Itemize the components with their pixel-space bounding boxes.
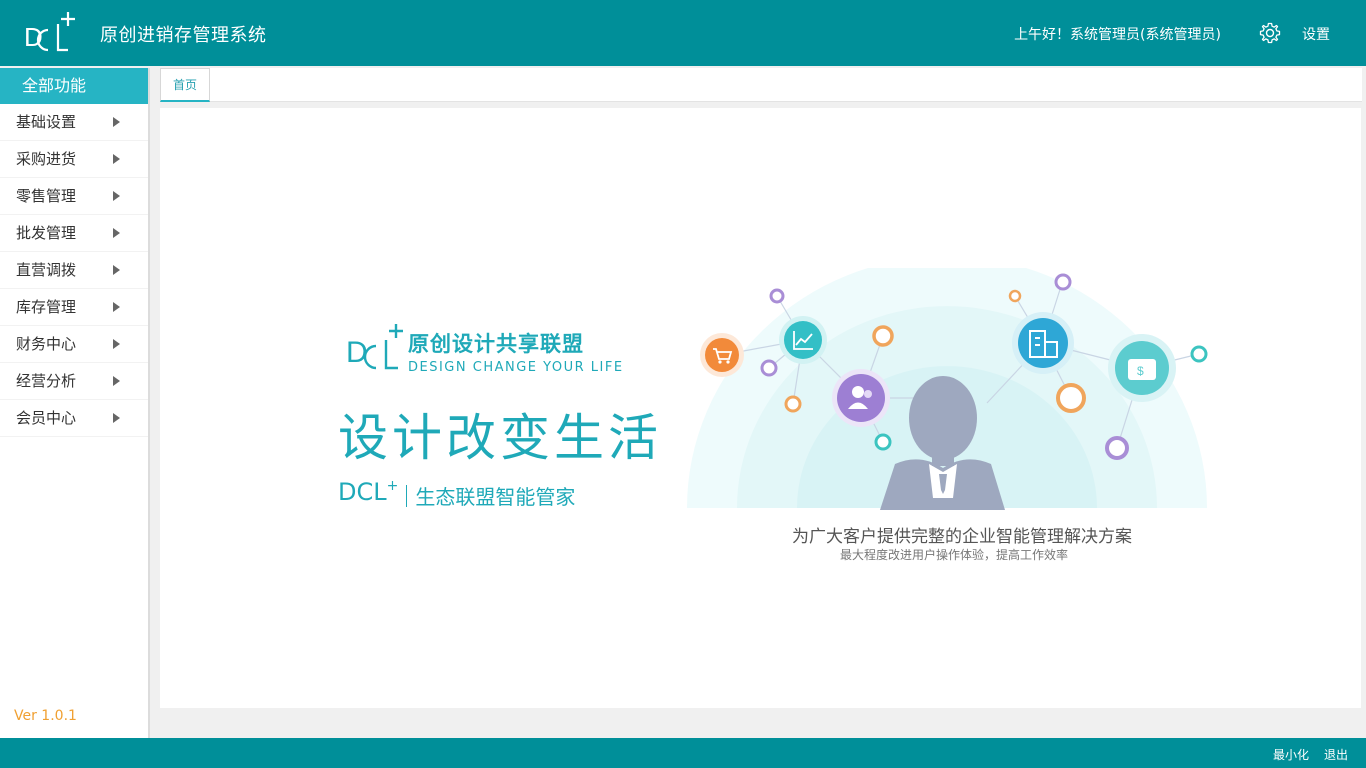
caption-main: 为广大客户提供完整的企业智能管理解决方案 [792, 527, 1132, 547]
chevron-right-icon [113, 265, 120, 275]
sidebar-item-label: 采购进货 [16, 150, 77, 168]
gear-icon[interactable] [1258, 21, 1282, 45]
dcl-subtitle: 生态联盟智能管家 [415, 485, 576, 509]
home-panel: D 原创设计共享联盟 DESIGN CHANGE YOUR LIFE 设计改变生… [160, 108, 1361, 708]
sidebar-item-label: 经营分析 [16, 372, 77, 390]
chevron-right-icon [113, 376, 120, 386]
user-greeting: 上午好！系统管理员(系统管理员) [1014, 27, 1221, 43]
sidebar-item-members[interactable]: 会员中心 [0, 400, 148, 437]
caption-sub: 最大程度改进用户操作体验，提高工作效率 [840, 548, 1069, 562]
sidebar: 全部功能 基础设置 采购进货 零售管理 批发管理 直营调拨 库存管理 财务中心 … [0, 68, 150, 738]
sidebar-item-label: 库存管理 [16, 298, 77, 316]
svg-text:D: D [346, 336, 368, 369]
sidebar-item-purchasing[interactable]: 采购进货 [0, 141, 148, 178]
sidebar-heading[interactable]: 全部功能 [0, 68, 148, 104]
dcl-plus: + [386, 478, 399, 494]
slogan-heading: 设计改变生活 [338, 409, 662, 467]
bottom-bar: 最小化 退出 [0, 738, 1366, 768]
dcl-brand-logo: D [346, 324, 403, 370]
app-title: 原创进销存管理系统 [100, 25, 267, 46]
settings-button[interactable]: 设置 [1302, 24, 1330, 44]
divider [406, 484, 408, 507]
sidebar-item-label: 批发管理 [16, 224, 77, 242]
version-label: Ver 1.0.1 [14, 708, 77, 724]
chevron-right-icon [113, 191, 120, 201]
dcl-logo: D [24, 12, 75, 52]
brand-name-cn: 原创设计共享联盟 [408, 332, 584, 356]
chevron-right-icon [113, 228, 120, 238]
chevron-right-icon [113, 302, 120, 312]
exit-button[interactable]: 退出 [1324, 746, 1348, 763]
sidebar-item-label: 财务中心 [16, 335, 77, 353]
sidebar-item-label: 会员中心 [16, 409, 77, 427]
sidebar-item-inventory[interactable]: 库存管理 [0, 289, 148, 326]
top-header: D 原创进销存管理系统 上午好！系统管理员(系统管理员) 设置 [0, 0, 1366, 66]
svg-text:$: $ [1137, 364, 1144, 378]
sidebar-item-analysis[interactable]: 经营分析 [0, 363, 148, 400]
chevron-right-icon [113, 154, 120, 164]
sidebar-item-finance[interactable]: 财务中心 [0, 326, 148, 363]
dcl-text: DCL [338, 478, 387, 506]
chevron-right-icon [113, 117, 120, 127]
chevron-right-icon [113, 339, 120, 349]
dcl-line: DCL+ 生态联盟智能管家 [338, 478, 575, 510]
minimize-button[interactable]: 最小化 [1273, 746, 1309, 763]
business-network-illustration: $ [687, 268, 1208, 510]
sidebar-item-wholesale[interactable]: 批发管理 [0, 215, 148, 252]
sidebar-item-transfer[interactable]: 直营调拨 [0, 252, 148, 289]
sidebar-item-label: 直营调拨 [16, 261, 77, 279]
sidebar-item-label: 零售管理 [16, 187, 77, 205]
brand-tagline-en: DESIGN CHANGE YOUR LIFE [408, 360, 624, 375]
sidebar-item-basic-settings[interactable]: 基础设置 [0, 104, 148, 141]
chevron-right-icon [113, 413, 120, 423]
sidebar-item-label: 基础设置 [16, 113, 77, 131]
sidebar-item-retail[interactable]: 零售管理 [0, 178, 148, 215]
tab-home[interactable]: 首页 [160, 68, 210, 102]
tab-bar: 首页 [160, 68, 1362, 102]
